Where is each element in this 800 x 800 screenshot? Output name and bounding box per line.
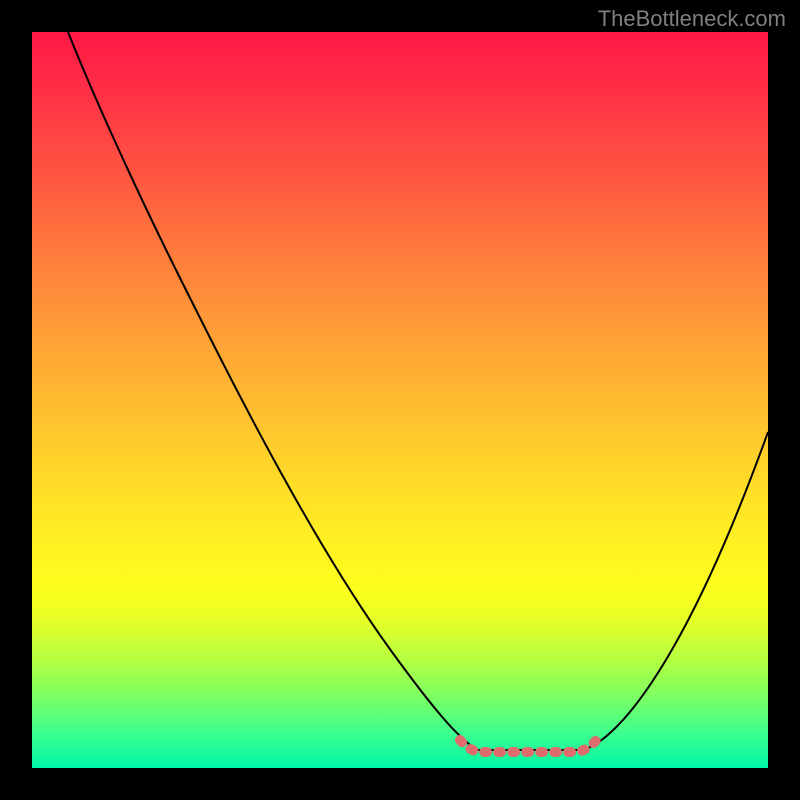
chart-plot-area [32,32,768,768]
highlight-dotted-segment [460,738,598,752]
watermark-text: TheBottleneck.com [598,6,786,32]
main-curve [68,32,768,750]
chart-svg [32,32,768,768]
